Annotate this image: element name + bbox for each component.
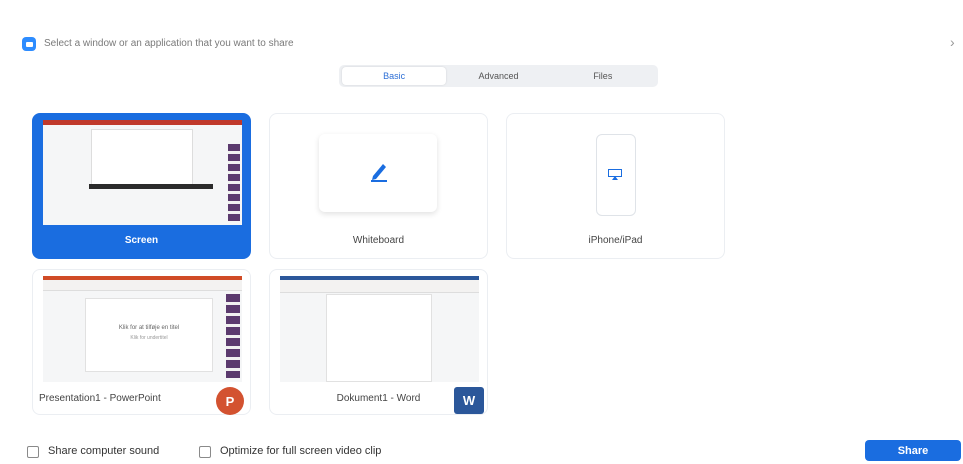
- powerpoint-label: Presentation1 - PowerPoint: [39, 393, 161, 404]
- slide-subtitle-text: Klik for undertitel: [130, 335, 168, 341]
- share-option-word[interactable]: Dokument1 - Word W: [269, 269, 488, 415]
- tab-basic[interactable]: Basic: [342, 67, 447, 85]
- optimize-video-checkbox[interactable]: [199, 446, 211, 458]
- share-button[interactable]: Share: [865, 440, 961, 461]
- word-icon: W: [454, 387, 484, 414]
- whiteboard-label: Whiteboard: [352, 235, 405, 246]
- screen-label: Screen: [124, 235, 159, 246]
- zoom-app-icon: [22, 37, 36, 51]
- optimize-video-label[interactable]: Optimize for full screen video clip: [220, 445, 381, 457]
- tab-bar: Basic Advanced Files: [339, 65, 658, 87]
- slide-title-text: Klik for at tilføje en titel: [118, 325, 180, 331]
- share-option-whiteboard[interactable]: Whiteboard: [269, 113, 488, 259]
- pencil-icon: [371, 164, 387, 182]
- share-option-iphone-ipad[interactable]: iPhone/iPad: [506, 113, 725, 259]
- phone-preview: [596, 134, 636, 216]
- share-sound-label[interactable]: Share computer sound: [48, 445, 159, 457]
- share-option-screen[interactable]: Screen: [32, 113, 251, 259]
- tab-advanced[interactable]: Advanced: [446, 67, 550, 85]
- tab-files[interactable]: Files: [551, 67, 655, 85]
- airplay-icon: [608, 169, 622, 180]
- powerpoint-icon: P: [216, 387, 244, 415]
- share-sound-checkbox[interactable]: [27, 446, 39, 458]
- whiteboard-preview: [319, 134, 437, 212]
- word-preview: [280, 276, 479, 382]
- dialog-title: Select a window or an application that y…: [44, 38, 294, 49]
- screen-preview: [43, 120, 242, 225]
- close-icon[interactable]: ›: [950, 34, 955, 50]
- share-option-powerpoint[interactable]: Klik for at tilføje en titel Klik for un…: [32, 269, 251, 415]
- iphone-ipad-label: iPhone/iPad: [588, 235, 643, 246]
- powerpoint-preview: Klik for at tilføje en titel Klik for un…: [43, 276, 242, 382]
